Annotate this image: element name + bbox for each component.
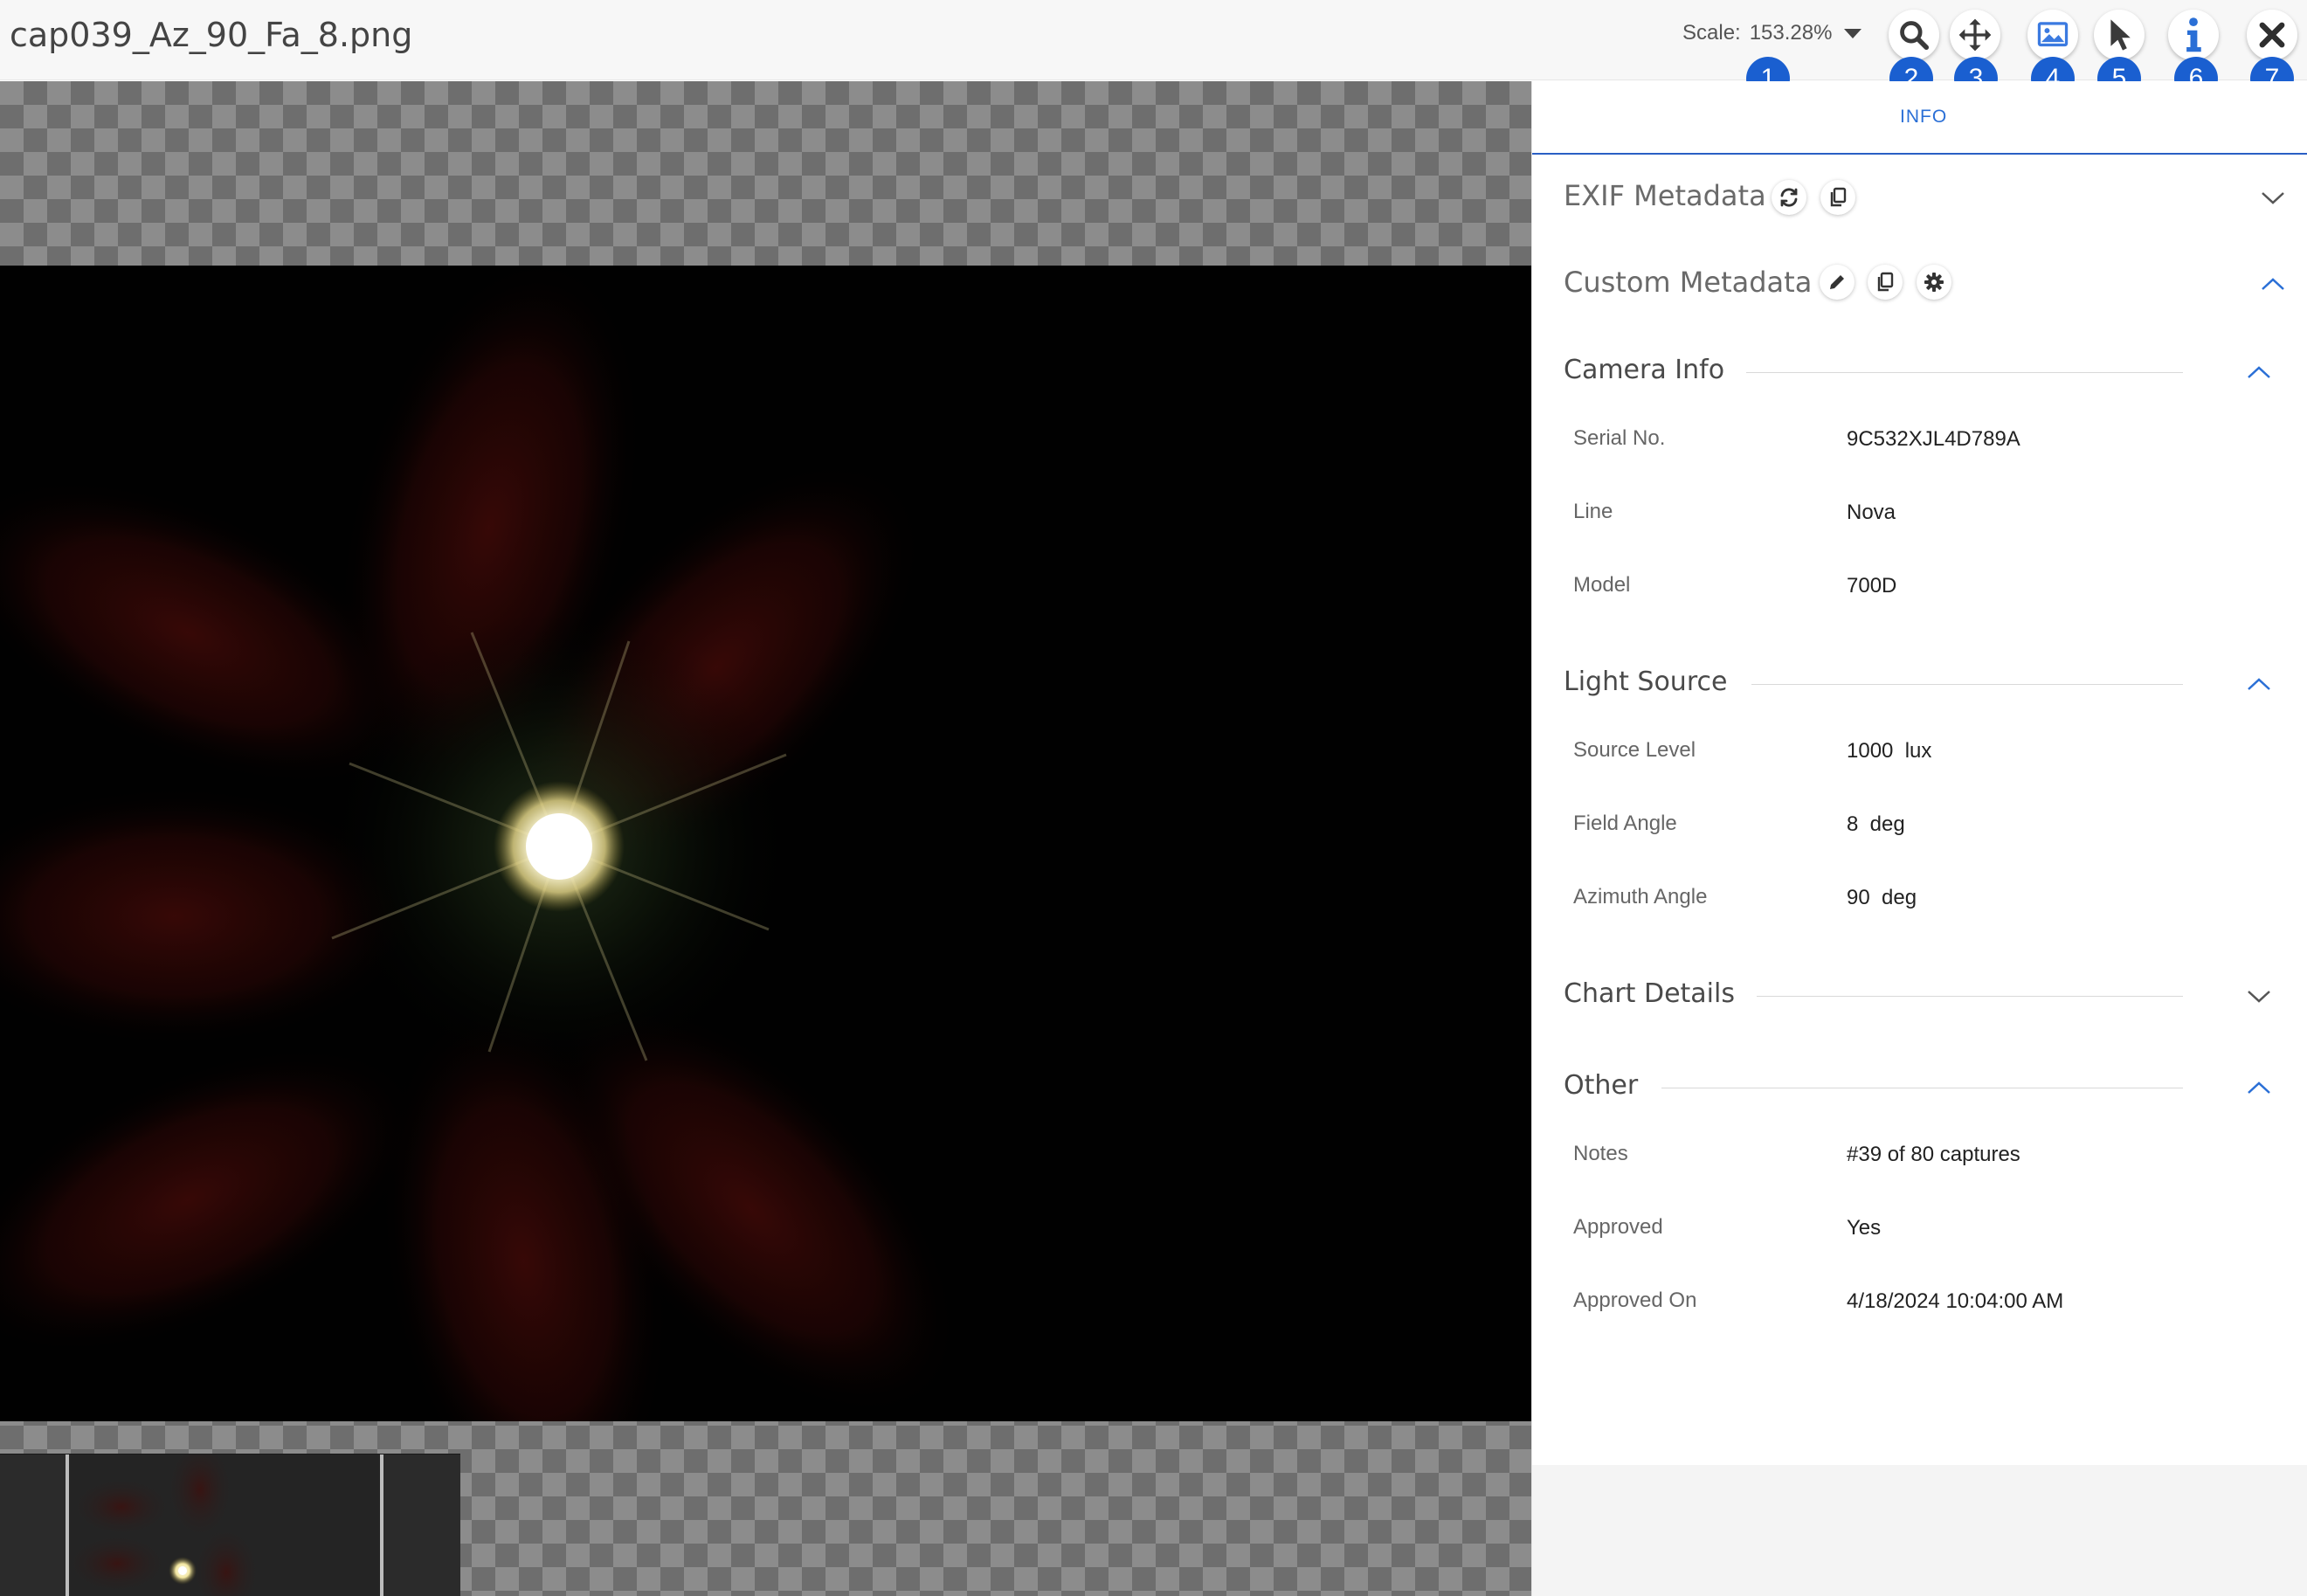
zoom-tool-button[interactable] <box>1889 10 1939 60</box>
field-label-approved: Approved <box>1573 1215 1663 1239</box>
refresh-icon <box>1780 188 1798 207</box>
pan-tool-button[interactable] <box>1950 10 2000 60</box>
light-source-title: Light Source <box>1564 667 1728 697</box>
field-label-approved-on: Approved On <box>1573 1289 1697 1312</box>
exif-expand-chevron-icon[interactable] <box>2260 190 2286 207</box>
other-chevron-icon[interactable] <box>2246 1079 2272 1096</box>
custom-metadata-settings-button[interactable] <box>1917 265 1951 300</box>
copy-exif-button[interactable] <box>1820 180 1855 215</box>
field-label-field-angle: Field Angle <box>1573 812 1677 835</box>
edit-custom-metadata-button[interactable] <box>1820 265 1855 300</box>
exif-metadata-title: EXIF Metadata <box>1564 179 1766 212</box>
info-panel: INFO EXIF Metadata Custom Metadata Camer… <box>1531 81 2307 1596</box>
field-value-serial: 9C532XJL4D789A <box>1847 427 2020 451</box>
field-label-notes: Notes <box>1573 1142 1628 1165</box>
field-value-source-level: 1000 lux <box>1847 739 1932 763</box>
copy-icon <box>1830 187 1847 207</box>
other-title: Other <box>1564 1070 1639 1101</box>
field-value-notes: #39 of 80 captures <box>1847 1143 2020 1166</box>
custom-collapse-chevron-icon[interactable] <box>2260 275 2286 293</box>
camera-info-divider <box>1746 372 2183 373</box>
field-label-serial: Serial No. <box>1573 426 1666 450</box>
field-value-azimuth-angle: 90 deg <box>1847 886 1917 909</box>
minimap-viewport[interactable] <box>66 1454 383 1596</box>
field-value-approved: Yes <box>1847 1216 1882 1240</box>
field-value-field-angle: 8 deg <box>1847 812 1905 836</box>
top-bar: cap039_Az_90_Fa_8.png Scale: 153.28% 1 2… <box>0 0 2307 100</box>
scale-dropdown[interactable]: Scale: 153.28% <box>1682 21 1862 45</box>
chart-details-divider <box>1757 996 2183 997</box>
copy-custom-metadata-button[interactable] <box>1868 265 1903 300</box>
scale-value: 153.28% <box>1749 21 1833 45</box>
pencil-icon <box>1830 275 1844 289</box>
file-name: cap039_Az_90_Fa_8.png <box>10 16 413 54</box>
camera-info-title: Camera Info <box>1564 355 1725 385</box>
minimap-thumbnail <box>69 1454 261 1596</box>
image-tool-button[interactable] <box>2027 10 2078 60</box>
image-icon <box>2037 22 2069 47</box>
capture-image[interactable] <box>0 266 1531 1421</box>
pointer-icon <box>2110 19 2131 51</box>
info-panel-content: INFO EXIF Metadata Custom Metadata Camer… <box>1532 81 2307 1465</box>
field-label-azimuth-angle: Azimuth Angle <box>1573 885 1708 909</box>
info-icon <box>2186 17 2201 52</box>
field-label-model: Model <box>1573 573 1631 597</box>
chart-details-title: Chart Details <box>1564 978 1735 1009</box>
field-value-line: Nova <box>1847 501 1896 524</box>
flare-photo <box>0 266 959 1421</box>
minimap[interactable] <box>0 1454 460 1596</box>
select-tool-button[interactable] <box>2094 10 2145 60</box>
field-value-model: 700D <box>1847 574 1897 598</box>
close-icon <box>2259 22 2285 48</box>
search-icon <box>1900 21 1930 51</box>
active-tool-caption: INFO <box>1900 107 1948 127</box>
refresh-exif-button[interactable] <box>1772 180 1806 215</box>
chart-details-chevron-icon[interactable] <box>2246 988 2272 1005</box>
panel-divider <box>1532 153 2307 155</box>
custom-metadata-title: Custom Metadata <box>1564 266 1813 299</box>
field-label-line: Line <box>1573 500 1613 523</box>
light-source-chevron-icon[interactable] <box>2246 675 2272 693</box>
field-value-approved-on: 4/18/2024 10:04:00 AM <box>1847 1289 2064 1313</box>
camera-info-chevron-icon[interactable] <box>2246 363 2272 381</box>
scale-label: Scale: <box>1682 21 1741 45</box>
image-viewer-canvas[interactable] <box>0 81 1531 1596</box>
move-icon <box>1958 18 1992 52</box>
close-button[interactable] <box>2247 10 2297 60</box>
copy-icon <box>1877 272 1894 292</box>
caret-down-icon <box>1844 28 1862 38</box>
field-label-source-level: Source Level <box>1573 738 1696 762</box>
info-tool-button[interactable] <box>2168 10 2219 60</box>
light-source-divider <box>1751 684 2183 685</box>
gear-icon <box>1924 273 1944 292</box>
